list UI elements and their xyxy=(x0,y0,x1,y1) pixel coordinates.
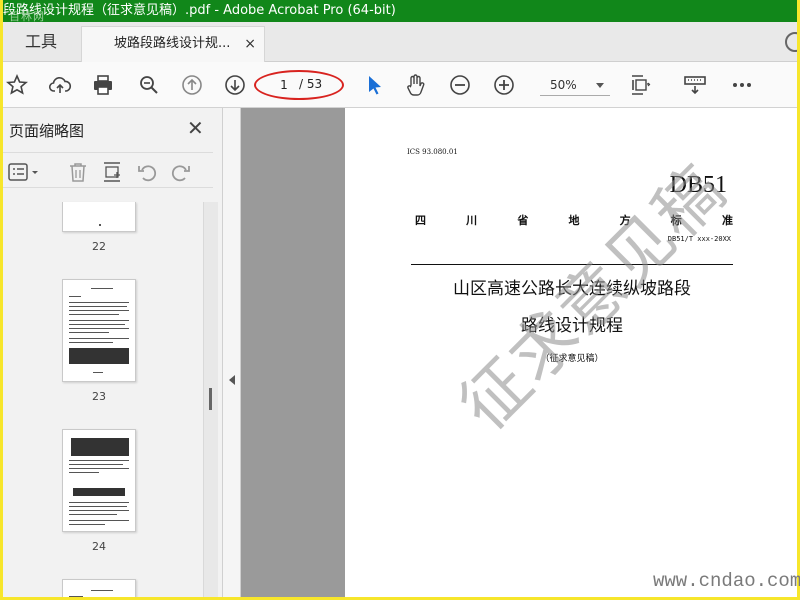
read-mode-icon[interactable] xyxy=(683,73,707,97)
page-thumbnail[interactable] xyxy=(62,202,136,232)
app-window: 段路线设计规程（征求意见稿）.pdf - Adobe Acrobat Pro (… xyxy=(3,0,797,597)
zoom-search-icon[interactable] xyxy=(137,73,161,97)
thumbnails-scrollbar[interactable] xyxy=(203,202,218,597)
page-up-icon[interactable] xyxy=(180,73,204,97)
site-logo-watermark: 百林网 xyxy=(9,10,45,22)
standard-char: 四 xyxy=(415,214,426,227)
panel-collapse-handle[interactable] xyxy=(223,108,241,597)
rotate-right-icon[interactable] xyxy=(170,161,192,183)
scrollbar-thumb[interactable] xyxy=(209,388,212,410)
chevron-down-icon xyxy=(596,83,604,88)
zoom-value: 50% xyxy=(550,78,577,92)
standard-char: 川 xyxy=(466,214,478,227)
tab-document-label: 坡路段路线设计规... xyxy=(114,36,231,51)
print-icon[interactable] xyxy=(91,73,115,97)
pdf-page: ICS 93.080.01 DB51 四 川 省 地 方 标 准 DB51/T … xyxy=(345,108,797,597)
standard-char: 地 xyxy=(568,214,580,227)
panel-close-icon[interactable]: ✕ xyxy=(187,116,204,140)
zoom-out-icon[interactable] xyxy=(448,73,472,97)
zoom-select[interactable]: 50% xyxy=(540,74,610,96)
page-thumbnail[interactable] xyxy=(62,429,136,532)
delete-page-icon[interactable] xyxy=(67,161,89,183)
page-thumbnail[interactable] xyxy=(62,579,136,597)
tab-tools[interactable]: 工具 xyxy=(3,22,79,62)
fit-page-icon[interactable] xyxy=(628,73,652,97)
thumbnail-label: 23 xyxy=(92,390,106,403)
thumbnail-label: 22 xyxy=(92,240,106,253)
rotate-left-icon[interactable] xyxy=(136,161,158,183)
tab-document[interactable]: 坡路段路线设计规... × xyxy=(81,26,265,62)
help-icon[interactable] xyxy=(785,32,797,52)
panel-title: 页面缩略图 xyxy=(9,122,85,140)
hand-icon[interactable] xyxy=(403,73,427,97)
star-icon[interactable] xyxy=(5,73,29,97)
title-bar: 段路线设计规程（征求意见稿）.pdf - Adobe Acrobat Pro (… xyxy=(3,0,797,22)
document-viewer: ICS 93.080.01 DB51 四 川 省 地 方 标 准 DB51/T … xyxy=(241,108,797,597)
thumbnail-label: 24 xyxy=(92,540,106,553)
page-thumbnail[interactable] xyxy=(62,279,136,382)
options-menu-icon[interactable] xyxy=(8,161,42,183)
page-down-icon[interactable] xyxy=(223,73,247,97)
window-title: 段路线设计规程（征求意见稿）.pdf - Adobe Acrobat Pro (… xyxy=(3,3,396,18)
tab-bar: 工具 坡路段路线设计规... × xyxy=(3,22,797,62)
cloud-upload-icon[interactable] xyxy=(48,73,72,97)
standard-char: 省 xyxy=(517,214,529,227)
select-cursor-icon[interactable] xyxy=(363,73,387,97)
ics-code: ICS 93.080.01 xyxy=(407,148,458,156)
toolbar: / 53 50% xyxy=(3,62,797,108)
thumbnails-panel: 页面缩略图 ✕ 22 23 24 xyxy=(3,108,223,597)
zoom-in-icon[interactable] xyxy=(492,73,516,97)
site-watermark: www.cndao.com xyxy=(653,570,800,592)
panel-toolbar xyxy=(3,152,213,188)
insert-page-icon[interactable] xyxy=(101,161,123,183)
more-icon[interactable] xyxy=(730,73,754,97)
collapse-arrow-icon xyxy=(229,375,235,385)
tab-close-icon[interactable]: × xyxy=(244,27,256,61)
red-annotation-ellipse xyxy=(254,70,344,100)
